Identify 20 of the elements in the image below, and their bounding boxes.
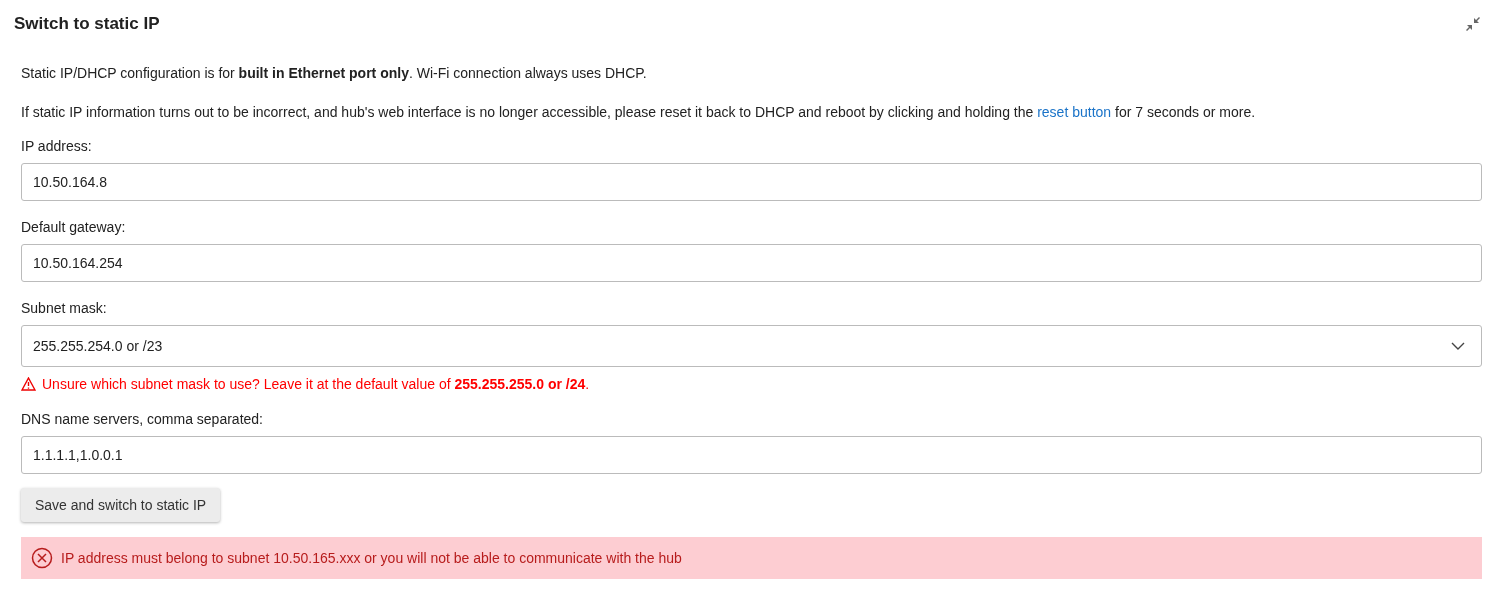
warning-icon — [21, 377, 36, 391]
error-icon — [31, 547, 53, 569]
save-button[interactable]: Save and switch to static IP — [21, 488, 221, 522]
info-text: Static IP/DHCP configuration is for built in Ethernet port only. Wi-Fi connection always uses DHCP. — [21, 64, 648, 82]
reset-note-text: If static IP information turns out to be incorrect, and hub's web interface is no longer accessible, please reset it back to DHCP and reboot by clicking and holding the — [21, 104, 1034, 120]
input-field[interactable]: 10.50.164.254 — [21, 244, 1482, 282]
field-label: Default gateway: — [21, 218, 127, 236]
collapse-icon[interactable] — [1465, 16, 1481, 32]
field-label: DNS name servers, comma separated: — [21, 410, 264, 428]
field-label: IP address: — [21, 137, 93, 155]
select-field[interactable]: 255.255.254.0 or /23 — [21, 325, 1482, 367]
reset-button-link[interactable]: reset button — [1037, 104, 1112, 120]
field-label: Subnet mask: — [21, 299, 108, 317]
dialog-title: Switch to static IP — [14, 14, 160, 34]
chevron-down-icon — [1451, 342, 1465, 350]
warning-text: Unsure which subnet mask to use? Leave it at the default value of 255.255.255.0 or /24. — [42, 375, 590, 393]
input-field[interactable]: 10.50.164.8 — [21, 163, 1482, 201]
input-field[interactable]: 1.1.1.1,1.0.0.1 — [21, 436, 1482, 474]
reset-note-text: for 7 seconds or more. — [1115, 104, 1256, 120]
error-text: IP address must belong to subnet 10.50.165.xxx or you will not be able to communicate with the hub — [61, 550, 682, 566]
